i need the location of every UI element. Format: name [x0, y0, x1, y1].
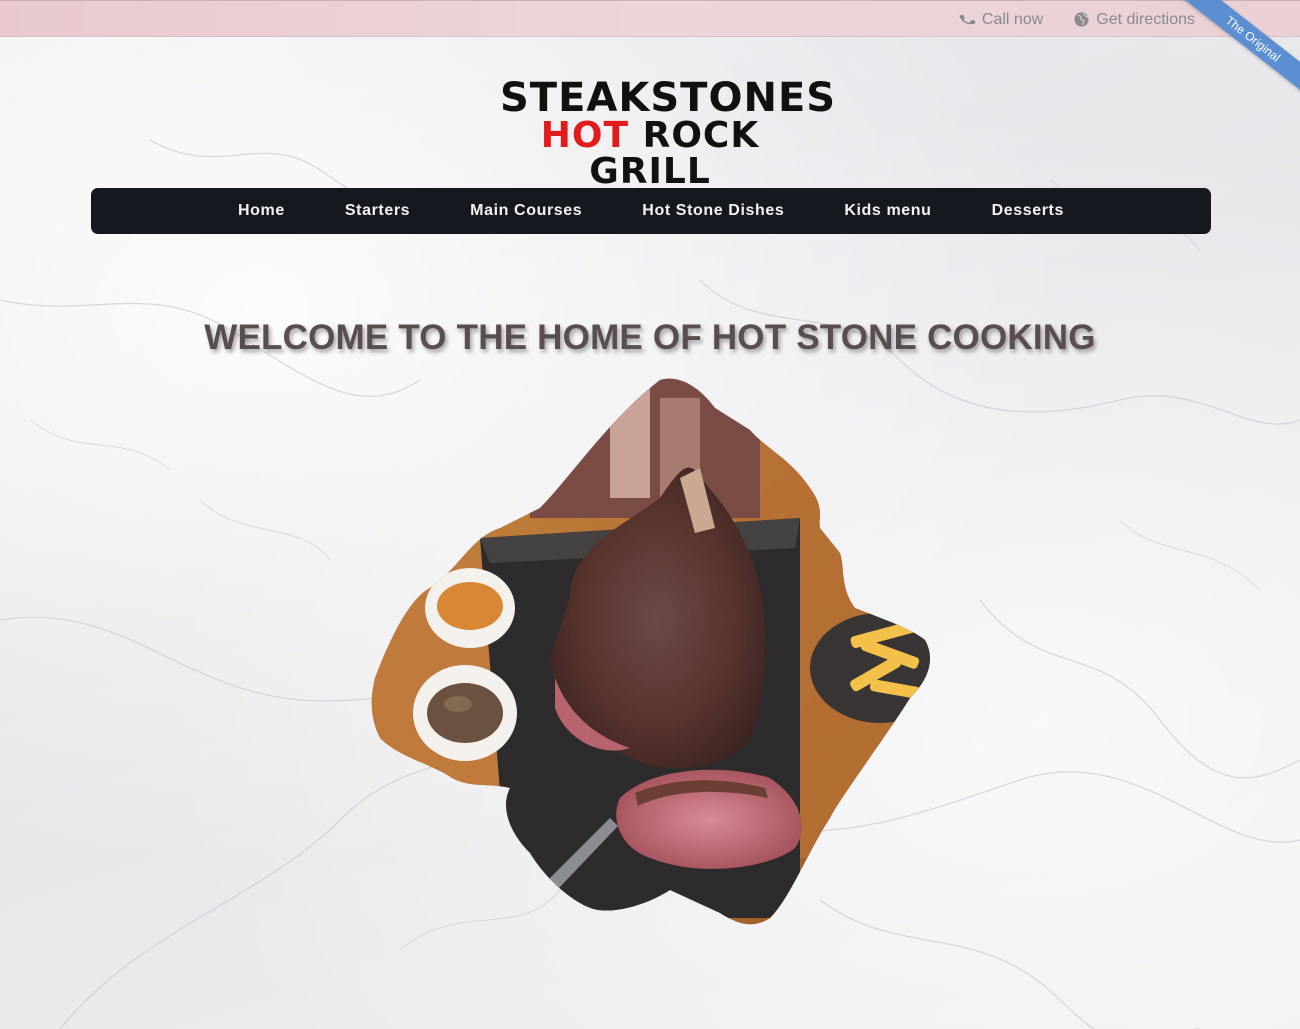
logo-accent-word: HOT	[540, 115, 630, 156]
nav-item-home[interactable]: Home	[208, 188, 315, 234]
phone-icon	[959, 14, 976, 25]
call-now-link[interactable]: Call now	[959, 11, 1043, 29]
site-logo[interactable]: STEAKSTONES HOT ROCK GRILL	[500, 75, 837, 190]
globe-icon	[1074, 12, 1089, 27]
ribbon-label: The Original	[1180, 0, 1300, 100]
get-directions-link[interactable]: Get directions	[1073, 11, 1195, 29]
corner-ribbon: The Original	[1180, 0, 1300, 100]
nav-item-starters[interactable]: Starters	[315, 188, 440, 234]
logo-line-2: HOT ROCK GRILL	[500, 118, 800, 190]
nav-item-hot-stone-dishes[interactable]: Hot Stone Dishes	[612, 188, 814, 234]
logo-line-1: STEAKSTONES	[500, 75, 837, 121]
hero-steak-image	[370, 378, 935, 926]
steak-on-hot-stone-photo	[371, 378, 931, 925]
nav-item-desserts[interactable]: Desserts	[962, 188, 1094, 234]
welcome-headline: WELCOME TO THE HOME OF HOT STONE COOKING	[204, 318, 1096, 357]
nav-item-kids-menu[interactable]: Kids menu	[814, 188, 961, 234]
contact-links: Call now Get directions	[959, 1, 1195, 38]
main-navigation: Home Starters Main Courses Hot Stone Dis…	[91, 188, 1211, 234]
top-contact-bar: Call now Get directions	[0, 0, 1300, 37]
nav-item-main-courses[interactable]: Main Courses	[440, 188, 612, 234]
call-now-label: Call now	[981, 10, 1044, 28]
